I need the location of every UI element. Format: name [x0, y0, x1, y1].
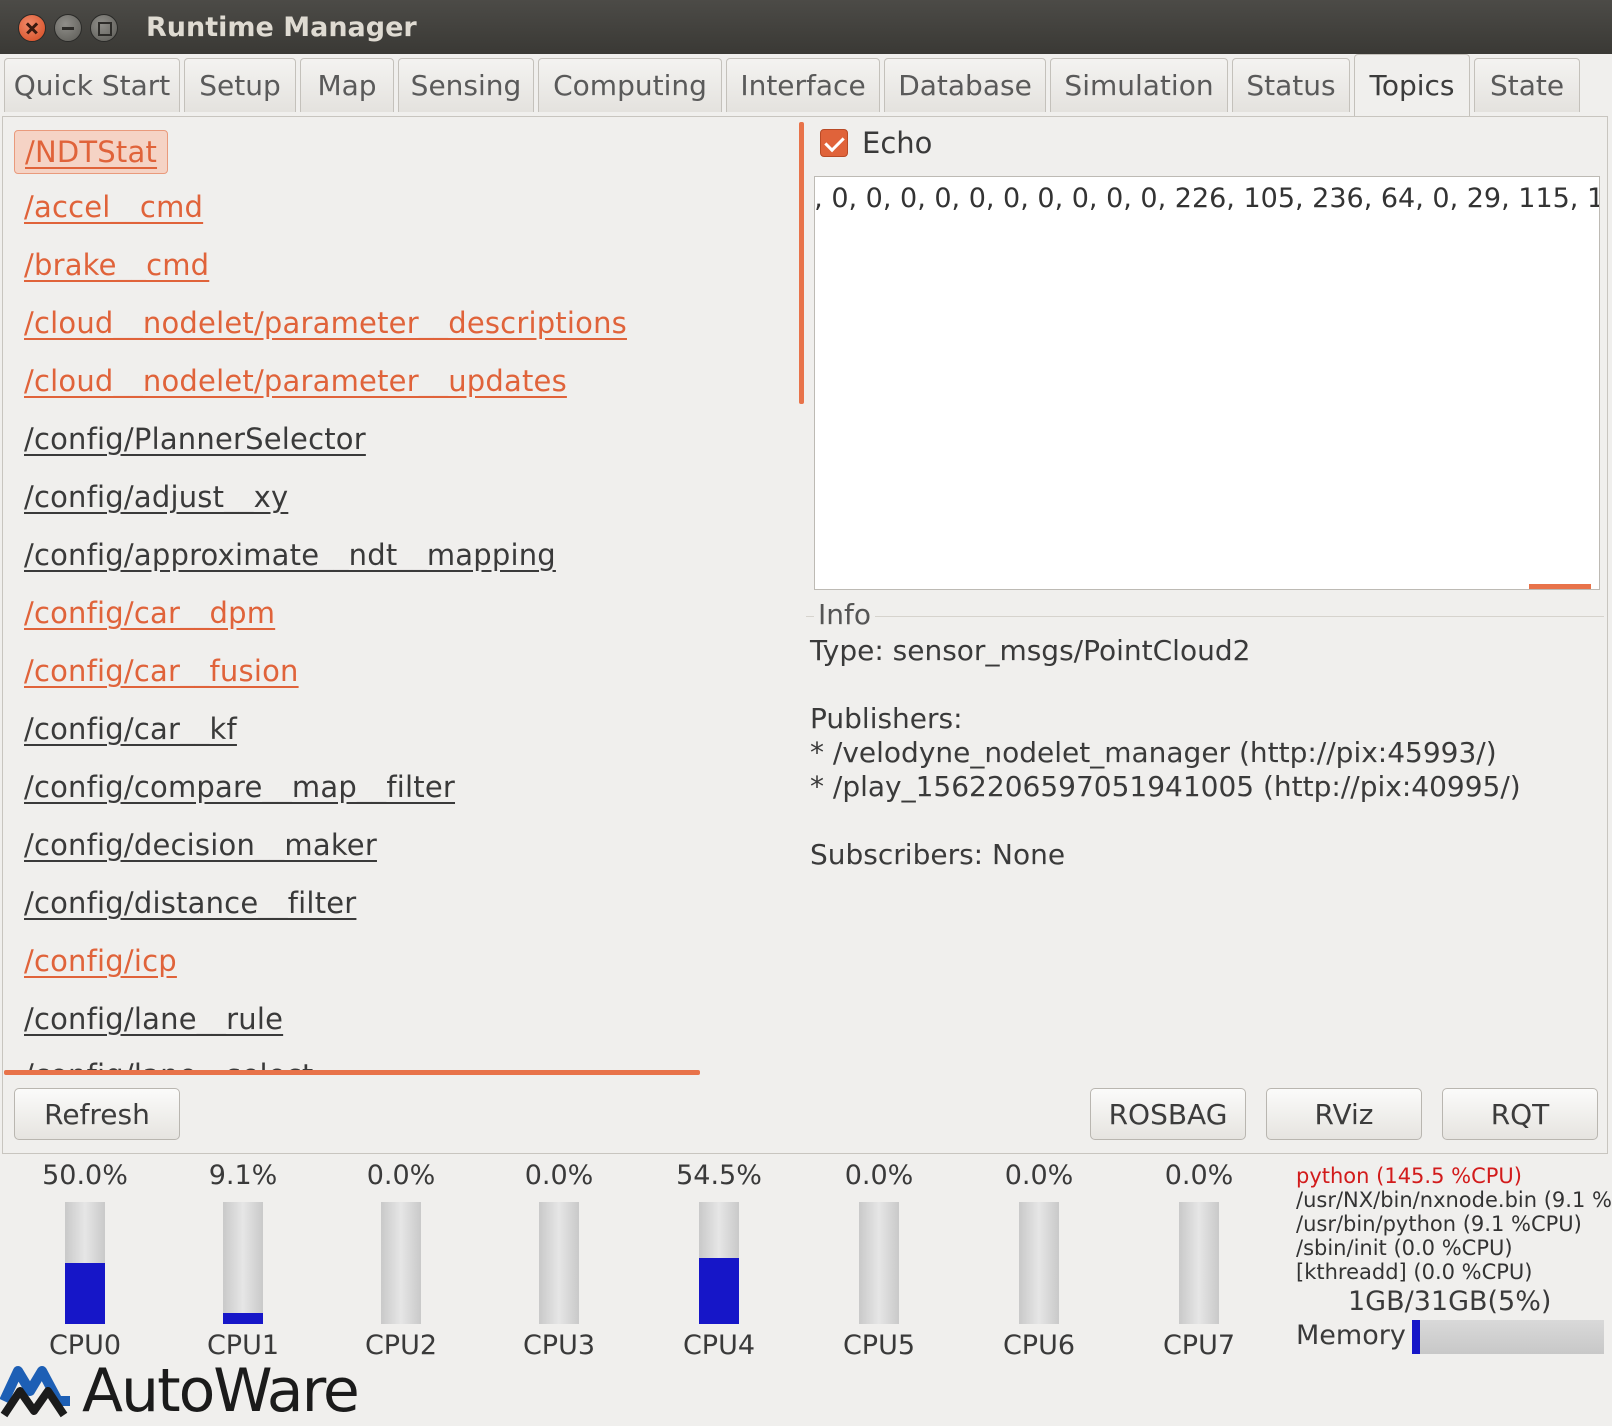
echo-toggle[interactable]: Echo	[820, 126, 932, 160]
info-publisher: * /play_1562206597051941005 (http://pix:…	[810, 770, 1521, 803]
cpu-usage-bar	[699, 1202, 739, 1324]
cpu-usage-bar	[1019, 1202, 1059, 1324]
cpu-meter: 9.1% CPU1	[188, 1160, 298, 1361]
cpu-meter: 0.0% CPU3	[504, 1160, 614, 1361]
topic-link[interactable]: /cloud__nodelet/parameter__descriptions	[24, 306, 627, 340]
echo-output[interactable]: 0, 0, 0, 0, 0, 0, 0, 0, 0, 0, 0, 226, 10…	[814, 176, 1600, 590]
tab-sensing[interactable]: Sensing	[398, 58, 534, 112]
cpu-usage-fill	[223, 1312, 263, 1324]
tab-setup[interactable]: Setup	[184, 58, 296, 112]
cpu-usage-bar	[65, 1202, 105, 1324]
cpu-name: CPU2	[364, 1330, 438, 1361]
cpu-name: CPU3	[522, 1330, 596, 1361]
refresh-button[interactable]: Refresh	[14, 1088, 180, 1140]
title-bar: Runtime Manager	[0, 0, 1612, 54]
cpu-percent: 50.0%	[42, 1160, 128, 1191]
autoware-logo-icon	[0, 1366, 70, 1418]
info-type: Type: sensor_msgs/PointCloud2	[810, 634, 1251, 667]
cpu-usage-fill	[699, 1257, 739, 1324]
cpu-usage-bar	[859, 1202, 899, 1324]
minimize-window-button[interactable]	[54, 14, 82, 42]
logo-text: AutoWare	[82, 1356, 360, 1426]
echo-checkbox[interactable]	[820, 129, 848, 157]
tab-database[interactable]: Database	[884, 58, 1046, 112]
topic-link[interactable]: /cloud__nodelet/parameter__updates	[24, 364, 567, 398]
rosbag-button[interactable]: ROSBAG	[1090, 1088, 1246, 1140]
tab-interface[interactable]: Interface	[726, 58, 880, 112]
tab-computing[interactable]: Computing	[538, 58, 722, 112]
cpu-percent: 9.1%	[208, 1160, 278, 1191]
cpu-meter: 0.0% CPU2	[346, 1160, 456, 1361]
cpu-name: CPU5	[842, 1330, 916, 1361]
topic-link[interactable]: /config/PlannerSelector	[24, 422, 366, 456]
topic-link[interactable]: /config/decision__maker	[24, 828, 377, 862]
tab-status[interactable]: Status	[1232, 58, 1350, 112]
cpu-percent: 0.0%	[366, 1160, 436, 1191]
info-legend: Info	[814, 598, 875, 631]
autoware-logo: AutoWare	[0, 1356, 360, 1426]
echo-label: Echo	[862, 126, 933, 160]
cpu-meter: 0.0% CPU5	[824, 1160, 934, 1361]
process-item: /usr/NX/bin/nxnode.bin (9.1 %CPU)	[1296, 1188, 1612, 1212]
tab-map[interactable]: Map	[300, 58, 394, 112]
topic-list[interactable]: /NDTStat /accel__cmd /brake__cmd /cloud_…	[14, 122, 774, 1072]
cpu-name: CPU4	[682, 1330, 756, 1361]
info-publishers-label: Publishers:	[810, 702, 963, 735]
cpu-percent: 54.5%	[676, 1160, 762, 1191]
cpu-meter: 0.0% CPU7	[1144, 1160, 1254, 1361]
topic-link[interactable]: /config/compare__map__filter	[24, 770, 455, 804]
topic-link[interactable]: /config/adjust__xy	[24, 480, 288, 514]
tab-simulation[interactable]: Simulation	[1050, 58, 1228, 112]
cpu-usage-bar	[539, 1202, 579, 1324]
topic-list-vertical-scrollbar[interactable]	[799, 122, 804, 404]
topic-link[interactable]: /config/car__kf	[24, 712, 237, 746]
topic-link[interactable]: /config/distance__filter	[24, 886, 356, 920]
cpu-meter: 54.5% CPU4	[664, 1160, 774, 1361]
topic-link[interactable]: /config/car__dpm	[24, 596, 275, 630]
cpu-usage-bar	[223, 1202, 263, 1324]
memory-value: 1GB/31GB(5%)	[1348, 1286, 1552, 1317]
rviz-button[interactable]: RViz	[1266, 1088, 1422, 1140]
cpu-percent: 0.0%	[1004, 1160, 1074, 1191]
cpu-percent: 0.0%	[524, 1160, 594, 1191]
topic-list-horizontal-scrollbar[interactable]	[4, 1070, 700, 1075]
cpu-name: CPU7	[1162, 1330, 1236, 1361]
close-window-button[interactable]	[18, 14, 46, 42]
topic-link[interactable]: /config/approximate__ndt__mapping	[24, 538, 556, 572]
cpu-meter: 50.0% CPU0	[30, 1160, 140, 1361]
cpu-name: CPU6	[1002, 1330, 1076, 1361]
tab-quick-start[interactable]: Quick Start	[4, 58, 180, 112]
tab-state[interactable]: State	[1474, 58, 1580, 112]
echo-output-text: 0, 0, 0, 0, 0, 0, 0, 0, 0, 0, 0, 226, 10…	[814, 183, 1599, 214]
topic-link[interactable]: /NDTStat	[14, 130, 169, 174]
topic-link[interactable]: /config/car__fusion	[24, 654, 299, 688]
cpu-usage-bar	[381, 1202, 421, 1324]
memory-usage-fill	[1412, 1320, 1420, 1354]
topic-link[interactable]: /brake__cmd	[24, 248, 209, 282]
process-item: [kthreadd] (0.0 %CPU)	[1296, 1260, 1533, 1284]
cpu-usage-fill	[65, 1263, 105, 1324]
cpu-meter: 0.0% CPU6	[984, 1160, 1094, 1361]
echo-horizontal-scrollbar[interactable]	[1529, 584, 1591, 589]
cpu-percent: 0.0%	[844, 1160, 914, 1191]
window-title: Runtime Manager	[146, 12, 417, 43]
process-item: /sbin/init (0.0 %CPU)	[1296, 1236, 1513, 1260]
process-item: /usr/bin/python (9.1 %CPU)	[1296, 1212, 1582, 1236]
topic-link[interactable]: /config/lane__rule	[24, 1002, 283, 1036]
process-item: python (145.5 %CPU)	[1296, 1164, 1522, 1188]
topic-link[interactable]: /config/icp	[24, 944, 177, 978]
info-publisher: * /velodyne_nodelet_manager (http://pix:…	[810, 736, 1497, 769]
topic-link[interactable]: /accel__cmd	[24, 190, 203, 224]
cpu-usage-bar	[1179, 1202, 1219, 1324]
memory-label: Memory	[1296, 1320, 1406, 1351]
maximize-window-button[interactable]	[90, 14, 118, 42]
info-subscribers: Subscribers: None	[810, 838, 1066, 871]
cpu-percent: 0.0%	[1164, 1160, 1234, 1191]
memory-usage-bar	[1412, 1320, 1604, 1354]
tab-bar: Quick Start Setup Map Sensing Computing …	[0, 54, 1612, 116]
rqt-button[interactable]: RQT	[1442, 1088, 1598, 1140]
tab-topics[interactable]: Topics	[1354, 54, 1470, 116]
